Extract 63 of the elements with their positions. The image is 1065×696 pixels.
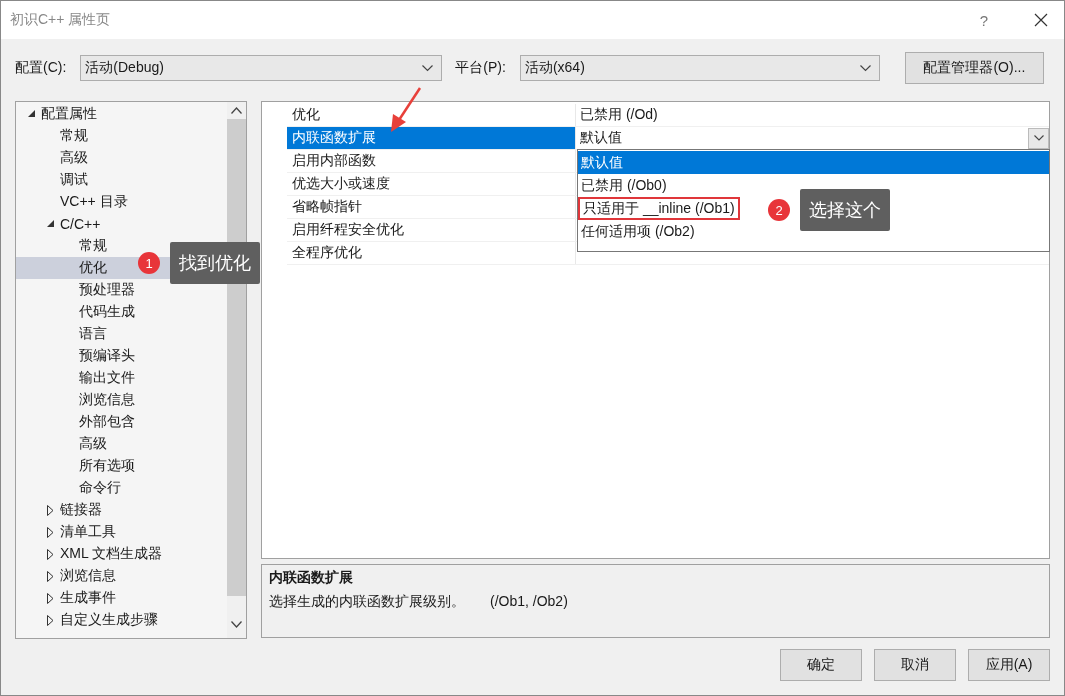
description-title: 内联函数扩展 [269, 569, 354, 587]
tree-item[interactable]: 自定义生成步骤 [16, 609, 227, 631]
tree-item[interactable]: XML 文档生成器 [16, 543, 227, 565]
tree-item[interactable]: 链接器 [16, 499, 227, 521]
chevron-down-icon[interactable] [231, 621, 242, 628]
tree-item[interactable]: 命令行 [16, 477, 227, 499]
dialog-button[interactable]: 取消 [874, 649, 956, 681]
tree-item[interactable]: 高级 [16, 147, 227, 169]
platform-label: 平台(P): [455, 59, 506, 77]
chevron-down-icon[interactable] [1033, 135, 1044, 141]
property-value: 已禁用 (/Od) [580, 106, 658, 124]
tree-item[interactable]: VC++ 目录 [16, 191, 227, 213]
callout-tooltip: 找到优化 [170, 242, 260, 284]
property-name[interactable]: 省略帧指针 [287, 196, 576, 218]
expanded-triangle-icon[interactable] [47, 220, 55, 228]
tree-item[interactable]: C/C++ [16, 213, 227, 235]
dropdown-option[interactable]: 已禁用 (/Ob0) [578, 174, 670, 197]
tree-item[interactable]: 所有选项 [16, 455, 227, 477]
collapsed-triangle-icon[interactable] [47, 504, 54, 516]
configuration-manager-button[interactable]: 配置管理器(O)... [904, 52, 1044, 84]
platform-dropdown[interactable]: 活动(x64) [519, 55, 880, 81]
dropdown-option[interactable]: 任何适用项 (/Ob2) [578, 220, 698, 243]
description-text: 选择生成的内联函数扩展级别。 [269, 593, 465, 611]
dialog-button[interactable]: 确定 [780, 649, 862, 681]
callout-tooltip: 选择这个 [800, 189, 890, 231]
chevron-up-icon[interactable] [231, 107, 242, 114]
property-name[interactable]: 启用纤程安全优化 [287, 219, 576, 241]
configuration-dropdown[interactable]: 活动(Debug) [80, 55, 443, 81]
tree-item[interactable]: 预编译头 [16, 345, 227, 367]
property-name[interactable]: 内联函数扩展 [287, 127, 576, 149]
dropdown-option[interactable]: 默认值 [578, 151, 1049, 174]
window-title: 初识C++ 属性页 [10, 11, 112, 29]
property-name[interactable]: 优选大小或速度 [287, 173, 576, 195]
configuration-label: 配置(C): [15, 59, 67, 77]
description-switches: (/Ob1, /Ob2) [490, 593, 568, 611]
tree-item[interactable]: 浏览信息 [16, 389, 227, 411]
tree-item[interactable]: 生成事件 [16, 587, 227, 609]
tree-item[interactable]: 外部包含 [16, 411, 227, 433]
tree-item[interactable]: 浏览信息 [16, 565, 227, 587]
tree-item[interactable]: 调试 [16, 169, 227, 191]
tree-item[interactable]: 代码生成 [16, 301, 227, 323]
tree-item[interactable]: 语言 [16, 323, 227, 345]
expanded-triangle-icon[interactable] [28, 110, 36, 118]
tree-item[interactable]: 输出文件 [16, 367, 227, 389]
property-name[interactable]: 启用内部函数 [287, 150, 576, 172]
collapsed-triangle-icon[interactable] [47, 526, 54, 538]
tree-item[interactable]: 配置属性 [16, 103, 227, 125]
close-icon[interactable] [1034, 13, 1048, 27]
value-dropdown[interactable]: 默认值 [580, 127, 1049, 149]
collapsed-triangle-icon[interactable] [47, 592, 54, 604]
chevron-down-icon [859, 64, 871, 72]
tree-item[interactable]: 常规 [16, 125, 227, 147]
tree-item[interactable]: 清单工具 [16, 521, 227, 543]
dropdown-option[interactable]: 只适用于 __inline (/Ob1) [578, 197, 740, 220]
tree-item[interactable]: 高级 [16, 433, 227, 455]
property-name[interactable]: 全程序优化 [287, 242, 576, 264]
collapsed-triangle-icon[interactable] [47, 614, 54, 626]
dialog-button[interactable]: 应用(A) [968, 649, 1050, 681]
chevron-down-icon [422, 64, 434, 72]
collapsed-triangle-icon[interactable] [47, 548, 54, 560]
callout-arrow [391, 87, 422, 132]
help-button[interactable]: ? [979, 11, 988, 29]
collapsed-triangle-icon[interactable] [47, 570, 54, 582]
